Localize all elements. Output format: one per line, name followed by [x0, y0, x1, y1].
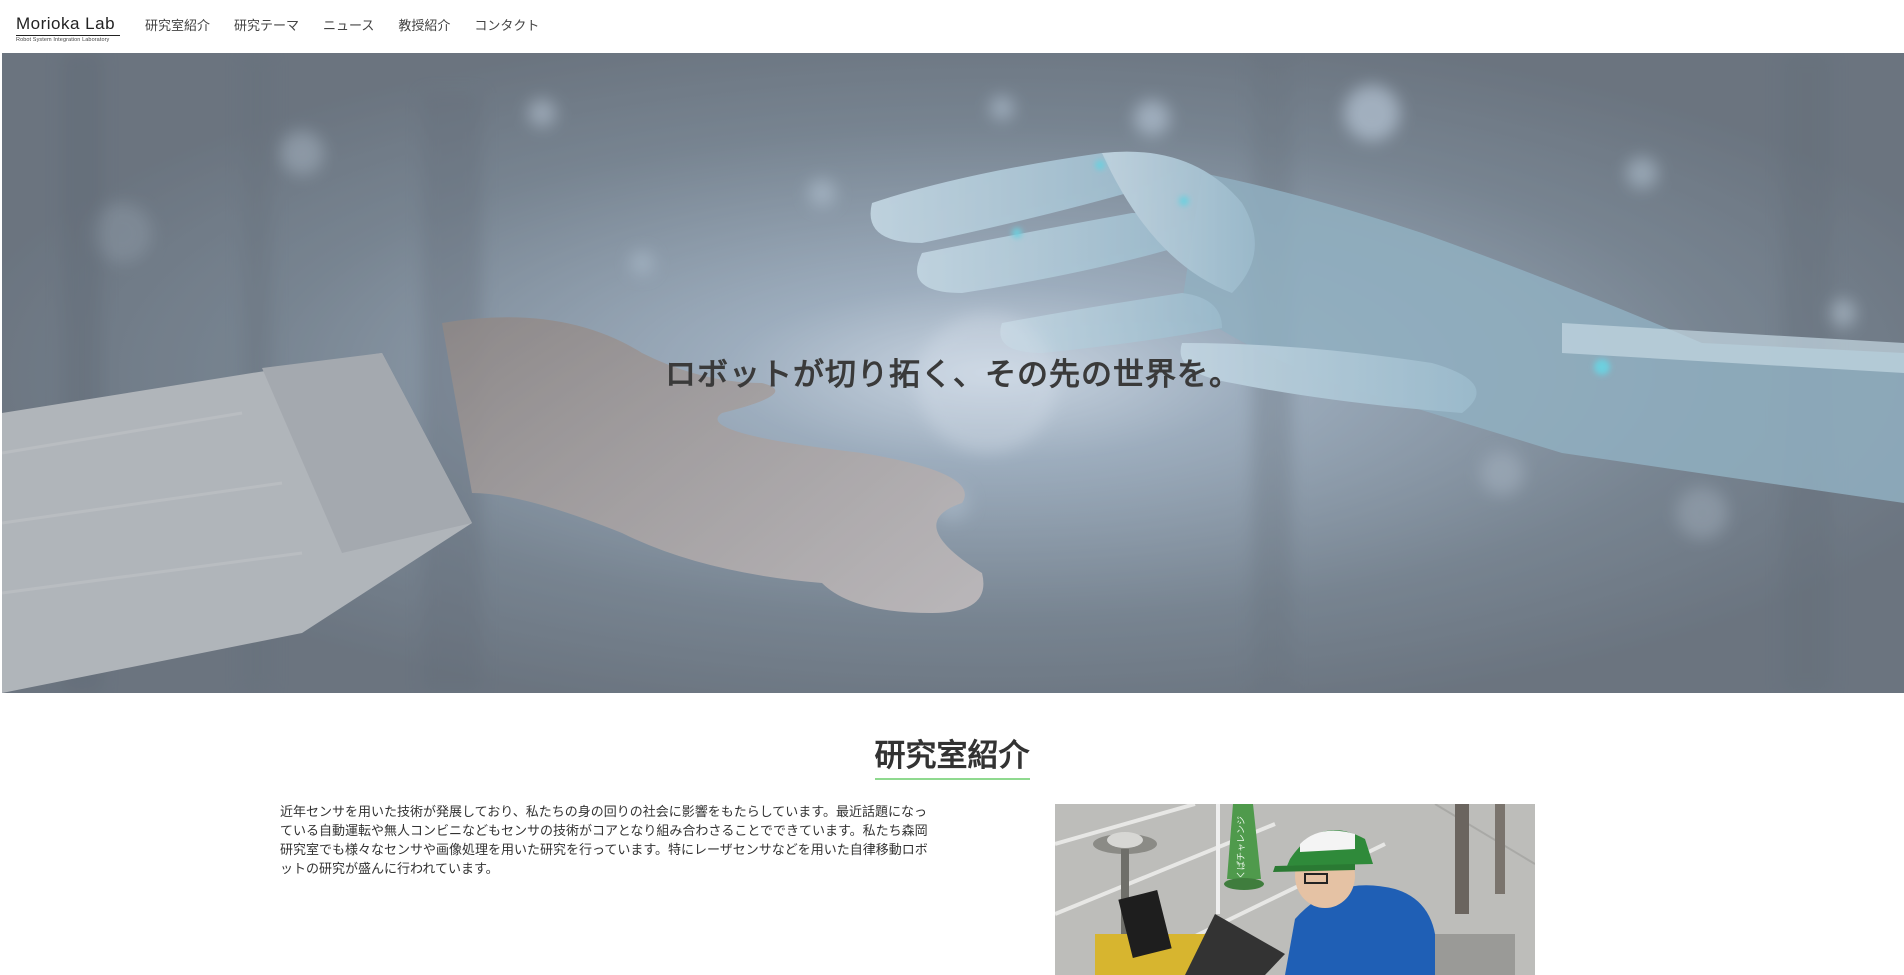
- nav-item-news[interactable]: ニュース: [323, 17, 374, 37]
- hero-title: ロボットが切り拓く、その先の世界を。: [665, 357, 1241, 393]
- logo-divider: [16, 35, 120, 36]
- about-section-heading: 研究室紹介: [0, 736, 1904, 780]
- main-nav: 研究室紹介 研究テーマ ニュース 教授紹介 コンタクト: [145, 17, 539, 37]
- nav-item-research[interactable]: 研究テーマ: [234, 17, 299, 37]
- site-logo[interactable]: Morioka Lab Robot System Integration Lab…: [16, 14, 120, 44]
- about-body-text: 近年センサを用いた技術が発展しており、私たちの身の回りの社会に影響をもたらしてい…: [280, 805, 928, 877]
- cone-sign-text: つくばチャレンジ: [1236, 816, 1247, 888]
- nav-item-contact[interactable]: コンタクト: [474, 17, 539, 37]
- lab-photo: つくばチャレンジ: [1055, 804, 1535, 975]
- hero-banner: ロボットが切り拓く、その先の世界を。: [2, 53, 1904, 693]
- logo-title: Morioka Lab: [16, 14, 116, 33]
- nav-item-professor[interactable]: 教授紹介: [398, 17, 450, 37]
- about-heading-text: 研究室紹介: [874, 736, 1030, 780]
- logo-subtitle: Robot System Integration Laboratory: [16, 37, 110, 43]
- site-header: Morioka Lab Robot System Integration Lab…: [0, 0, 1904, 53]
- nav-item-about[interactable]: 研究室紹介: [145, 17, 210, 37]
